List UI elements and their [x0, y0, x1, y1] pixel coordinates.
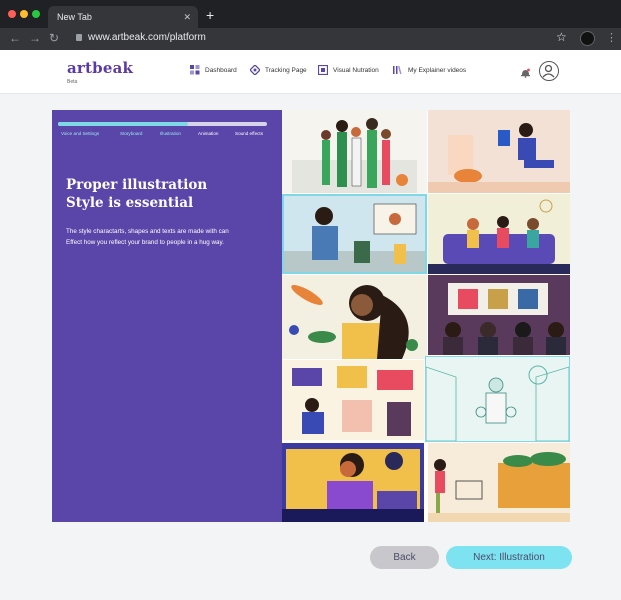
browser-tab[interactable]: New Tab ✕ [48, 6, 198, 28]
next-illustration-button[interactable]: Next: Illustration [446, 546, 572, 569]
videos-icon [393, 65, 403, 75]
nav-tracking-label: Tracking Page [265, 66, 307, 74]
tab-close-icon[interactable]: ✕ [183, 6, 191, 28]
step-illustration[interactable]: Illustration [160, 131, 181, 136]
page-description: The style charactarts, shapes and texts … [66, 226, 266, 248]
headline-line-2: Style is essential [66, 195, 194, 211]
notification-bell-icon[interactable] [521, 65, 530, 78]
intro-panel: Voice and Settings Storyboard Illustrati… [52, 110, 282, 522]
step-voice-settings[interactable]: Voice and Settings [61, 131, 99, 136]
illustration-conference[interactable] [428, 275, 570, 355]
page-headline: Proper illustration Style is essential [66, 176, 266, 212]
dashboard-icon [190, 65, 200, 75]
nav-dashboard-label: Dashboard [205, 66, 237, 74]
user-avatar-icon[interactable] [539, 61, 559, 81]
nav-dashboard[interactable]: Dashboard [190, 65, 237, 75]
new-tab-button[interactable]: + [206, 6, 214, 24]
illustration-workspace[interactable] [282, 360, 424, 440]
nav-tracking-page[interactable]: Tracking Page [249, 64, 307, 76]
headline-line-1: Proper illustration [66, 177, 208, 193]
artbeak-logo[interactable]: artbeak [67, 59, 133, 77]
lock-icon [76, 34, 82, 41]
nav-explainer-videos[interactable]: My Explainer videos [393, 65, 466, 75]
illustration-woman-vegetables[interactable] [282, 275, 427, 359]
browser-toolbar: ← → ↻ www.artbeak.com/platform ☆ ⋮ [0, 28, 621, 50]
tab-title: New Tab [57, 12, 92, 22]
back-arrow-icon[interactable]: ← [9, 31, 21, 45]
back-button[interactable]: Back [370, 546, 439, 569]
illustration-team-group[interactable] [282, 110, 427, 193]
forward-arrow-icon[interactable]: → [29, 31, 41, 45]
nav-videos-label: My Explainer videos [408, 66, 467, 74]
description-line-1: The style charactarts, shapes and texts … [66, 228, 229, 235]
progress-bar [58, 122, 267, 126]
address-bar[interactable]: www.artbeak.com/platform [88, 32, 206, 43]
nav-visual-nutration[interactable]: Visual Nutration [317, 64, 379, 76]
beta-label: Beta [67, 79, 78, 85]
step-animation[interactable]: Animation [198, 131, 218, 136]
illustration-woman-laptop[interactable] [282, 443, 424, 522]
bookmark-star-icon[interactable]: ☆ [556, 30, 567, 44]
illustration-living-room[interactable] [428, 194, 570, 274]
illustration-step-card: Voice and Settings Storyboard Illustrati… [52, 110, 570, 522]
minimize-window-button[interactable] [20, 10, 28, 18]
browser-profile-avatar[interactable] [580, 31, 595, 46]
step-sound-effects[interactable]: Sound effects [235, 131, 263, 136]
description-line-2: Effect how you reflect your brand to peo… [66, 239, 224, 246]
illustration-reader-with-cat[interactable] [428, 110, 570, 193]
step-storyboard[interactable]: Storyboard [120, 131, 142, 136]
browser-tab-strip: New Tab ✕ + [0, 0, 621, 28]
maximize-window-button[interactable] [32, 10, 40, 18]
tracking-icon [249, 64, 261, 76]
nav-visual-label: Visual Nutration [333, 66, 379, 74]
illustration-cyclists-city[interactable] [425, 356, 570, 442]
illustration-street-scene[interactable] [282, 194, 427, 274]
browser-menu-icon[interactable]: ⋮ [606, 31, 617, 44]
close-window-button[interactable] [8, 10, 16, 18]
illustration-grocery-shopping[interactable] [428, 443, 570, 522]
progress-bar-fill [58, 122, 188, 126]
visual-icon [317, 64, 329, 76]
reload-icon[interactable]: ↻ [49, 31, 59, 45]
app-header: artbeak Beta Dashboard Tracking Page Vis… [0, 50, 621, 94]
illustration-gallery [282, 110, 570, 522]
